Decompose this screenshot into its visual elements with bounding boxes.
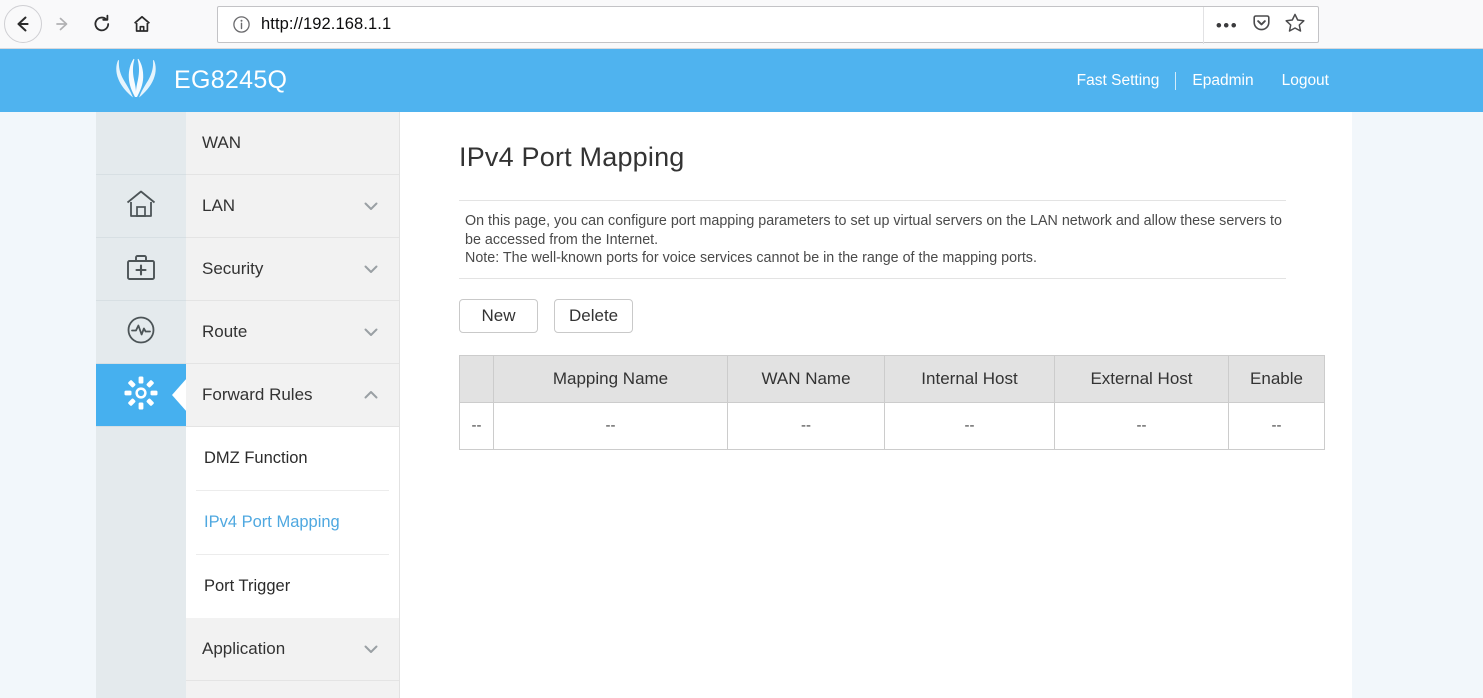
header-nav-divider (1175, 71, 1177, 90)
rail-item-status[interactable] (96, 112, 186, 175)
url-text[interactable]: http://192.168.1.1 (261, 15, 391, 34)
table-header-select (459, 354, 494, 403)
chevron-down-icon (361, 639, 381, 659)
forward-arrow-icon (51, 13, 73, 35)
table-cell-external-host: -- (1054, 401, 1229, 450)
table-header-external-host: External Host (1054, 354, 1229, 403)
page-title: IPv4 Port Mapping (459, 142, 685, 172)
submenu-item-label: Port Trigger (204, 577, 291, 595)
submenu-item-ipv4-port-mapping[interactable]: IPv4 Port Mapping (186, 491, 399, 554)
new-button[interactable]: New (459, 298, 538, 333)
rail-item-home[interactable] (96, 175, 186, 238)
gear-icon (124, 376, 158, 415)
menu-item-security[interactable]: Security (186, 238, 399, 301)
page-actions-button[interactable]: ••• (1210, 11, 1244, 41)
address-bar[interactable]: http://192.168.1.1 ••• (217, 6, 1319, 44)
table-header-row: Mapping Name WAN Name Internal Host Exte… (459, 354, 1325, 403)
browser-nav-buttons (0, 4, 162, 44)
description-line-2: Note: The well-known ports for voice ser… (465, 250, 1037, 266)
chevron-down-icon (361, 322, 381, 342)
reload-button[interactable] (82, 4, 122, 44)
table-cell-internal-host: -- (884, 401, 1055, 450)
table-header-enable: Enable (1228, 354, 1325, 403)
page-actions-ellipsis-icon: ••• (1215, 15, 1239, 35)
table-header-wan-name: WAN Name (727, 354, 885, 403)
menu-item-label: LAN (202, 196, 236, 215)
menu-item-forward-rules[interactable]: Forward Rules (186, 364, 399, 427)
menu-item-label: Application (202, 639, 286, 658)
content-panel: IPv4 Port Mapping On this page, you can … (400, 112, 1352, 698)
pocket-button[interactable] (1244, 11, 1278, 41)
menu-item-wan[interactable]: WAN (186, 112, 399, 175)
menu-item-label: WAN (202, 133, 242, 152)
home-icon (123, 186, 159, 227)
menu-item-label: Route (202, 322, 248, 341)
rail-item-diagnosis[interactable] (96, 301, 186, 364)
submenu-item-dmz-function[interactable]: DMZ Function (186, 427, 399, 490)
menu-item-route[interactable]: Route (186, 301, 399, 364)
address-bar-actions: ••• (1203, 7, 1318, 44)
rail-item-security[interactable] (96, 238, 186, 301)
header-link-epadmin[interactable]: Epadmin (1178, 72, 1267, 90)
save-to-pocket-icon (1251, 13, 1272, 39)
bookmark-button[interactable] (1278, 11, 1312, 41)
table-header-mapping-name: Mapping Name (493, 354, 728, 403)
menu-item-label: Security (202, 259, 264, 278)
table-cell-wan-name: -- (727, 401, 885, 450)
table-header-internal-host: Internal Host (884, 354, 1055, 403)
menu-item-lan[interactable]: LAN (186, 175, 399, 238)
delete-button[interactable]: Delete (554, 298, 634, 333)
forward-button[interactable] (42, 4, 82, 44)
home-button[interactable] (122, 4, 162, 44)
table-cell-enable: -- (1228, 401, 1325, 450)
rail-item-forward-rules[interactable] (96, 364, 186, 427)
table-cell-mapping-name: -- (493, 401, 728, 450)
header-link-logout[interactable]: Logout (1268, 72, 1343, 90)
toolbox-icon (123, 249, 159, 290)
browser-toolbar: http://192.168.1.1 ••• (0, 0, 1483, 49)
submenu-forward-rules: DMZ Function IPv4 Port Mapping Port Trig… (186, 427, 399, 618)
table-toolbar: New Delete (459, 298, 1352, 333)
back-arrow-icon (12, 13, 34, 35)
submenu-item-label: IPv4 Port Mapping (204, 513, 340, 531)
diagnosis-gauge-icon (123, 312, 159, 353)
port-mapping-table: Mapping Name WAN Name Internal Host Exte… (459, 354, 1325, 450)
description-line-1: On this page, you can configure port map… (465, 213, 1282, 248)
menu-item-application[interactable]: Application (186, 618, 399, 681)
submenu-item-port-trigger[interactable]: Port Trigger (186, 555, 399, 618)
chevron-up-icon (361, 385, 381, 405)
table-row[interactable]: -- -- -- -- -- -- (459, 401, 1325, 450)
submenu-item-label: DMZ Function (204, 449, 308, 467)
header-link-fast-setting[interactable]: Fast Setting (1063, 72, 1174, 90)
menu-item-label: Forward Rules (202, 385, 313, 404)
reload-icon (91, 13, 113, 35)
chevron-down-icon (361, 196, 381, 216)
home-icon (131, 13, 153, 35)
chevron-down-icon (361, 259, 381, 279)
brand-name: EG8245Q (174, 66, 288, 94)
router-header: EG8245Q Fast Setting Epadmin Logout (0, 49, 1483, 112)
page-description: On this page, you can configure port map… (459, 200, 1286, 279)
table-cell-select[interactable]: -- (459, 401, 494, 450)
header-nav: Fast Setting Epadmin Logout (1063, 71, 1343, 90)
brand: EG8245Q (110, 57, 287, 104)
page-info-icon[interactable] (232, 15, 251, 34)
huawei-logo-icon (110, 57, 162, 104)
nav-menu: WAN LAN Security Route Forward Rules DMZ… (186, 112, 400, 698)
page-body: WAN LAN Security Route Forward Rules DMZ… (0, 112, 1483, 698)
icon-rail (96, 112, 186, 698)
bookmark-star-icon (1284, 12, 1306, 39)
back-button[interactable] (4, 5, 42, 43)
